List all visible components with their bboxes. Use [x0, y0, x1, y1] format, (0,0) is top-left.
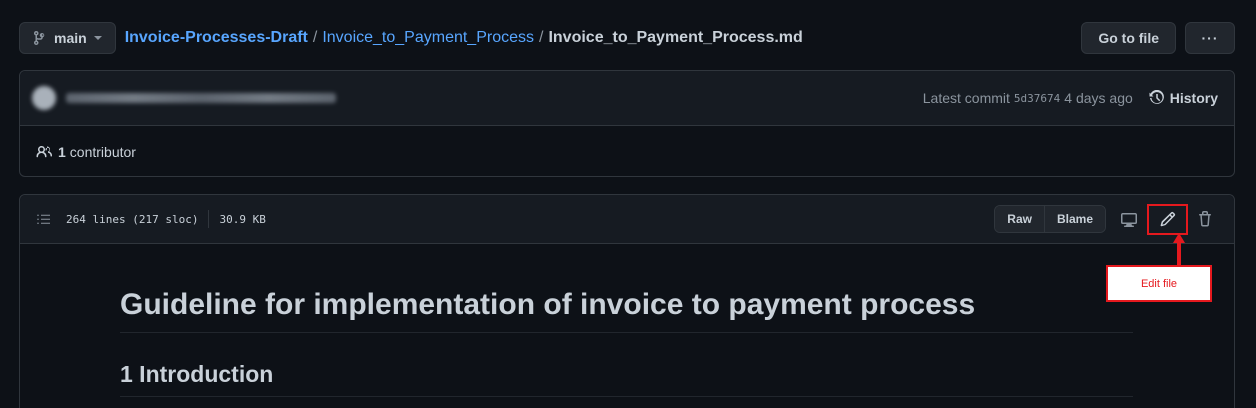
outline-list-icon[interactable] [36, 211, 52, 227]
file-viewer: 264 lines (217 sloc) 30.9 KB Raw Blame G… [19, 194, 1235, 408]
file-navigation-bar: main Invoice-Processes-Draft / Invoice_t… [19, 22, 1235, 54]
latest-commit-label: Latest commit [922, 90, 1010, 106]
breadcrumb-repo-link[interactable]: Invoice-Processes-Draft [125, 29, 308, 47]
file-header: 264 lines (217 sloc) 30.9 KB Raw Blame [20, 195, 1234, 244]
trash-icon [1199, 211, 1211, 227]
git-branch-icon [34, 31, 45, 46]
breadcrumb-folder-link[interactable]: Invoice_to_Payment_Process [322, 29, 534, 47]
callout-arrow-icon [1173, 233, 1185, 267]
breadcrumb: Invoice-Processes-Draft / Invoice_to_Pay… [125, 29, 803, 47]
branch-select-button[interactable]: main [19, 22, 116, 54]
contributors-count: 1 [58, 143, 66, 160]
commit-sha-link[interactable]: 5d37674 [1014, 92, 1060, 105]
pencil-icon [1160, 211, 1175, 227]
delete-file-button[interactable] [1188, 205, 1222, 233]
edit-file-callout: Edit file [1106, 265, 1212, 302]
breadcrumb-separator: / [539, 29, 544, 46]
document-title: Guideline for implementation of invoice … [120, 288, 1133, 333]
go-to-file-button[interactable]: Go to file [1081, 22, 1176, 54]
file-size: 30.9 KB [219, 212, 266, 226]
caret-down-icon [93, 36, 102, 40]
divider [208, 210, 210, 228]
edit-file-button[interactable] [1147, 203, 1188, 235]
open-in-desktop-button[interactable] [1112, 205, 1146, 233]
contributors-label: contributor [69, 143, 136, 160]
latest-commit-box: Latest commit 5d37674 4 days ago History… [19, 70, 1235, 177]
history-label: History [1169, 90, 1218, 106]
section-heading: 1 Introduction [120, 361, 1133, 397]
device-desktop-icon [1121, 213, 1137, 227]
history-icon [1149, 90, 1164, 104]
people-icon [36, 145, 53, 157]
markdown-body: Guideline for implementation of invoice … [20, 288, 1234, 397]
contributors-row[interactable]: 1 contributor [20, 126, 1234, 177]
breadcrumb-separator: / [312, 29, 318, 46]
commit-row: Latest commit 5d37674 4 days ago History [20, 71, 1234, 126]
blame-button[interactable]: Blame [1043, 206, 1105, 232]
file-line-count: 264 lines (217 sloc) [66, 212, 199, 226]
branch-name: main [54, 30, 87, 46]
history-button[interactable]: History [1149, 90, 1218, 106]
breadcrumb-current-file: Invoice_to_Payment_Process.md [548, 29, 803, 46]
commit-age: 4 days ago [1064, 90, 1133, 106]
raw-blame-group: Raw Blame [994, 205, 1106, 233]
avatar[interactable] [32, 86, 56, 110]
redacted-commit-message [66, 93, 336, 103]
more-options-button[interactable]: ··· [1185, 22, 1235, 54]
raw-button[interactable]: Raw [995, 206, 1044, 232]
